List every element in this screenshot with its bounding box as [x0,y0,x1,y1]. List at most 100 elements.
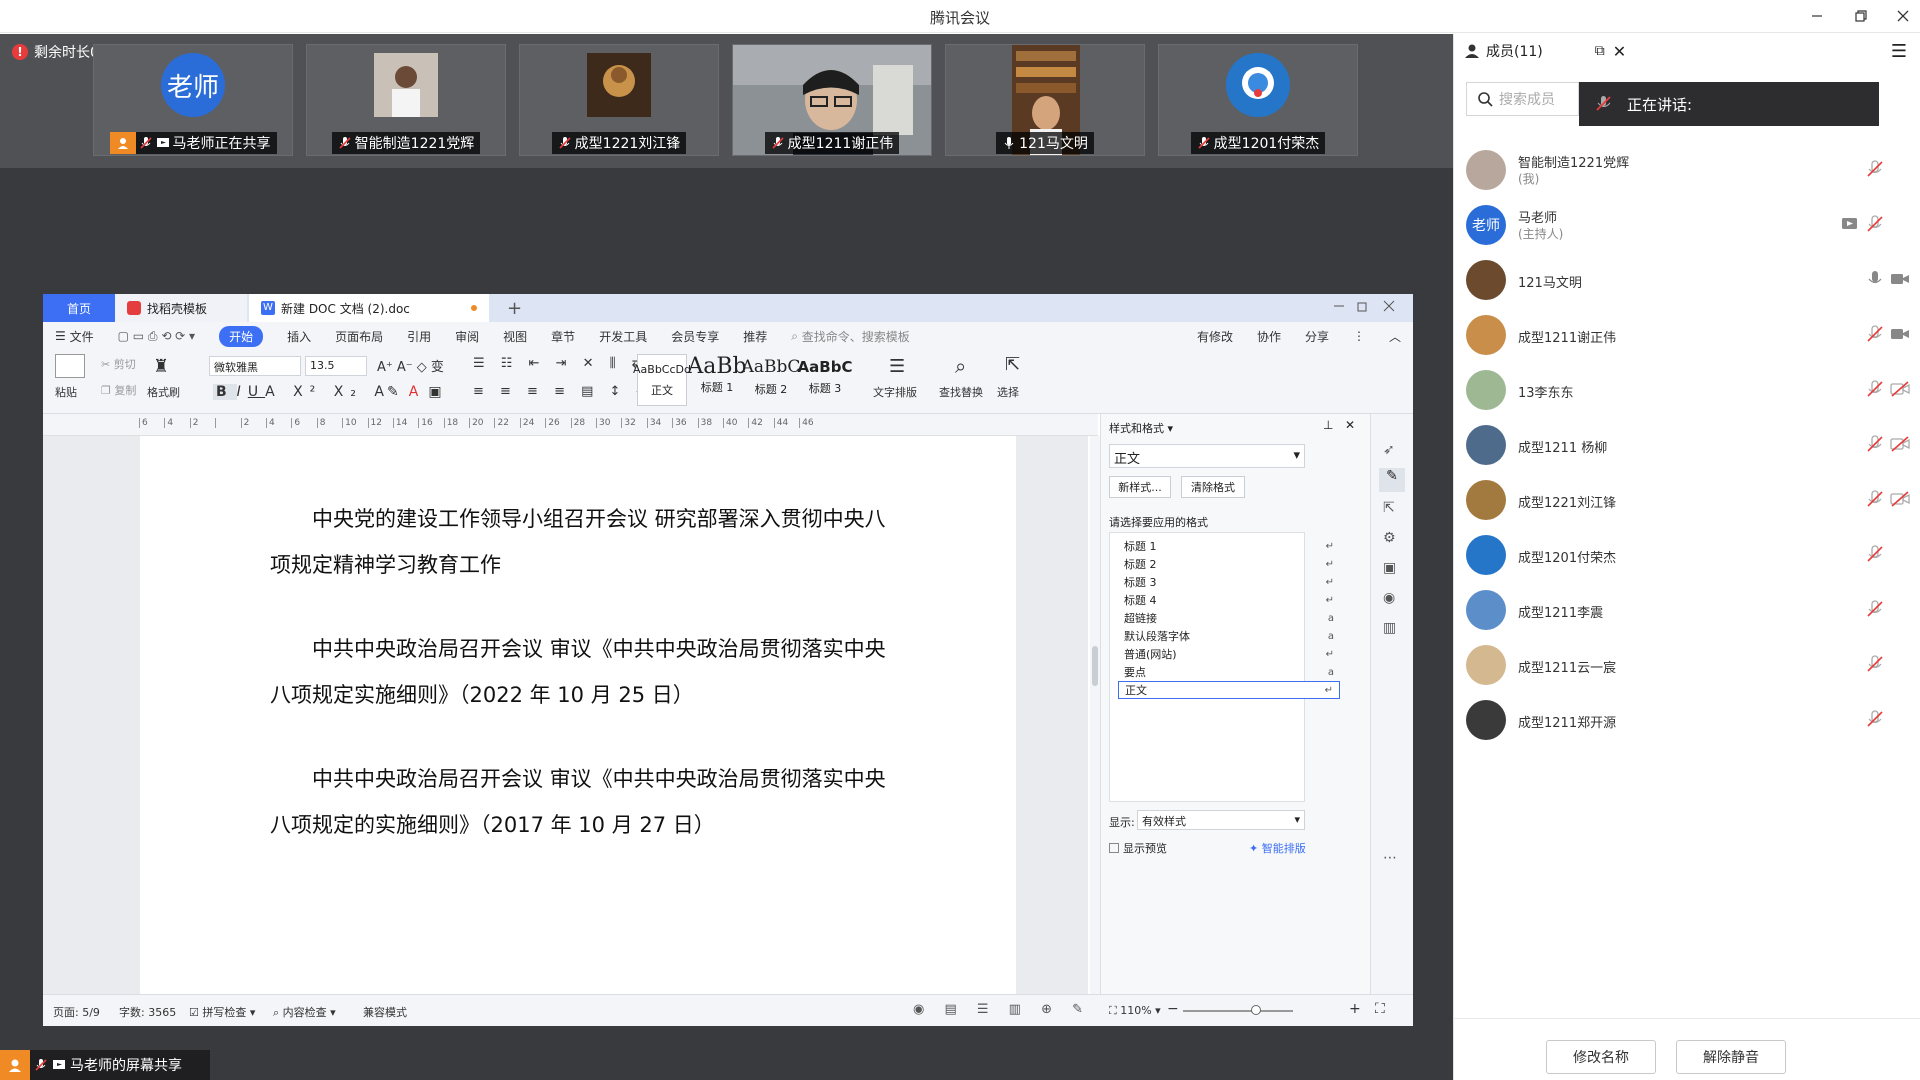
member-row[interactable]: 成型1221刘江锋 [1466,472,1910,522]
current-style-select[interactable]: 正文 ▾ [1109,444,1305,468]
close-panel-icon[interactable]: ✕ [1613,42,1626,61]
show-filter-select[interactable]: 有效样式 ▾ [1137,810,1305,830]
style-card-heading3[interactable]: AaBbC 标题 3 [798,354,853,406]
screen-share-indicator[interactable]: 马老师的屏幕共享 [0,1050,210,1080]
close-window-button[interactable] [1891,4,1915,28]
font-color-buttons[interactable]: ✎A▣ [387,384,452,400]
spell-check-button[interactable]: ☑ 拼写检查 ▾ [189,1004,255,1020]
member-row[interactable]: 成型1211 杨柳 [1466,417,1910,467]
menu-home[interactable]: 开始 [207,322,275,350]
style-card-heading1[interactable]: AaBb 标题 1 [687,354,746,406]
font-size-select[interactable]: 13.5 [305,356,367,376]
minimize-button[interactable] [1805,4,1829,28]
select-cursor-icon[interactable]: ⇱ [1005,354,1020,375]
zoom-out-icon[interactable]: − [1167,1001,1179,1017]
member-search-input[interactable]: 搜索成员 [1466,82,1579,116]
find-replace-button[interactable]: 查找替换 [939,384,983,400]
camera-off-icon[interactable] [1890,490,1910,510]
command-search[interactable]: ⌕ 查找命令、搜索模板 [779,322,922,350]
zoom-slider[interactable] [1183,1005,1293,1015]
font-grow-shrink[interactable]: A⁺ A⁻ ◇ 变 [377,356,444,375]
menu-insert[interactable]: 插入 [275,322,323,350]
menu-references[interactable]: 引用 [395,322,443,350]
menu-icon[interactable]: ☰ [1891,41,1907,62]
mic-muted-icon[interactable] [1866,600,1886,620]
menu-file[interactable]: ☰ 文件 [43,322,106,350]
member-row[interactable]: 智能制造1221党辉 (我) [1466,142,1906,192]
video-tile-camera[interactable]: 121马文明 [945,44,1145,156]
member-row[interactable]: 老师 马老师 (主持人) [1466,197,1906,247]
paste-icon[interactable] [55,354,85,378]
paste-button[interactable]: 粘贴 [55,384,77,400]
checkbox-icon[interactable] [1109,843,1119,853]
pen-icon[interactable]: ✎ [1379,468,1405,492]
format-painter-button[interactable]: 格式刷 [147,384,180,400]
pin-icon[interactable]: ⊥ [1323,418,1333,432]
style-list-item[interactable]: 标题 1 ↵ [1118,537,1340,555]
member-row[interactable]: 成型1201付荣杰 [1466,527,1906,577]
member-row[interactable]: 成型1211云一宸 [1466,637,1906,687]
mic-muted-icon[interactable] [1866,160,1886,180]
menu-member[interactable]: 会员专享 [659,322,731,350]
select-button[interactable]: 选择 [997,384,1019,400]
style-list-item[interactable]: 标题 3 ↵ [1118,573,1340,591]
mic-muted-icon[interactable] [1866,545,1886,565]
content-check-button[interactable]: ⌕ 内容检查 ▾ [273,1004,336,1020]
view-mode-buttons[interactable]: ◉ ▤ ☰ ▥ ⊕ ✎ [913,1002,1091,1017]
member-row[interactable]: 成型1211李震 [1466,582,1906,632]
style-list-item[interactable]: 要点 a [1118,663,1340,681]
restore-icon[interactable] [1357,300,1369,312]
zoom-in-icon[interactable]: + [1349,1001,1361,1017]
style-card-normal[interactable]: AaBbCcDd 正文 [633,354,691,406]
member-row[interactable]: 成型1211谢正伟 [1466,307,1909,357]
find-icon[interactable]: ⌕ [955,354,966,378]
document-canvas[interactable]: 中央党的建设工作领导小组召开会议 研究部署深入贯彻中央八项规定精神学习教育工作 … [43,436,1088,994]
location-icon[interactable]: ◉ [1383,590,1395,606]
menu-review[interactable]: 审阅 [443,322,491,350]
cursor-icon[interactable]: ⇱ [1383,500,1395,516]
clear-format-button[interactable]: 清除格式 [1181,476,1245,498]
document-scrollbar[interactable] [1090,436,1100,994]
new-style-button[interactable]: 新样式... [1109,476,1171,498]
minimize-icon[interactable] [1333,300,1345,312]
rename-button[interactable]: 修改名称 [1546,1040,1656,1074]
menu-chapter[interactable]: 章节 [539,322,587,350]
tab-docer-templates[interactable]: 找稻壳模板 [115,294,247,322]
cut-button[interactable]: ✂ 剪切 [101,356,136,372]
document-page[interactable]: 中央党的建设工作领导小组召开会议 研究部署深入贯彻中央八项规定精神学习教育工作 … [140,436,1016,994]
menu-view[interactable]: 视图 [491,322,539,350]
mic-muted-icon[interactable] [1866,435,1886,455]
style-list-item[interactable]: 标题 4 ↵ [1118,591,1340,609]
has-changes-button[interactable]: 有修改 [1185,322,1245,350]
add-tab-button[interactable]: + [495,294,534,322]
style-list-item[interactable]: 正文 ↵ [1118,681,1340,699]
book-icon[interactable]: ▥ [1383,620,1396,636]
paragraph[interactable]: 中共中央政治局召开会议 审议《中共中央政治局贯彻落实中央八项规定的实施细则》（2… [270,756,890,848]
text-layout-icon[interactable]: ☰ [889,356,905,377]
menu-page-layout[interactable]: 页面布局 [323,322,395,350]
zoom-level[interactable]: ⛶ 110% ▾ [1109,1004,1161,1018]
mic-muted-icon[interactable] [1866,215,1886,235]
video-tile[interactable]: 成型1201付荣杰 [1158,44,1358,156]
close-pane-icon[interactable]: ✕ [1345,418,1355,432]
paragraph[interactable]: 中共中央政治局召开会议 审议《中共中央政治局贯彻落实中央八项规定实施细则》（20… [270,626,890,718]
mic-icon[interactable] [1866,270,1886,290]
video-tile[interactable]: 成型1221刘江锋 [519,44,719,156]
camera-off-icon[interactable] [1890,380,1910,400]
menu-developer[interactable]: 开发工具 [587,322,659,350]
menu-recommend[interactable]: 推荐 [731,322,779,350]
scrollbar-thumb[interactable] [1092,646,1098,686]
sliders-icon[interactable]: ⚙ [1383,530,1396,546]
camera-off-icon[interactable] [1890,435,1910,455]
mic-muted-icon[interactable] [1866,325,1886,345]
image-icon[interactable]: ▣ [1383,560,1396,576]
show-preview-checkbox[interactable]: 显示预览 [1109,840,1167,856]
camera-icon[interactable] [1890,325,1910,345]
unmute-button[interactable]: 解除静音 [1676,1040,1786,1074]
mic-muted-icon[interactable] [1866,380,1886,400]
paragraph[interactable]: 中央党的建设工作领导小组召开会议 研究部署深入贯彻中央八项规定精神学习教育工作 [270,496,890,588]
screen-share-icon[interactable] [1840,215,1860,235]
popout-icon[interactable]: ⧉ [1595,43,1605,59]
collaborate-button[interactable]: 协作 [1245,322,1293,350]
more-icon[interactable]: ⋮ [1341,322,1377,350]
